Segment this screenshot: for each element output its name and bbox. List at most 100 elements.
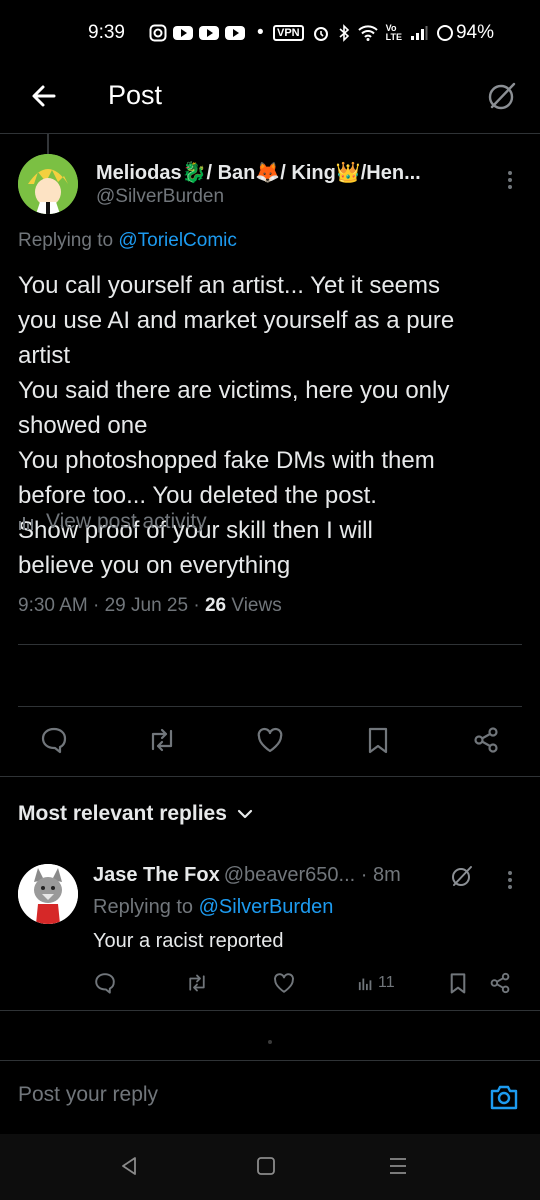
wifi-icon — [357, 25, 378, 41]
camera-icon — [490, 1085, 518, 1110]
reply-like-button[interactable] — [272, 970, 296, 996]
sort-replies-dropdown[interactable]: Most relevant replies — [18, 802, 253, 826]
system-icons: VPN Vo LTE 94% — [273, 22, 494, 44]
reply-button[interactable] — [38, 724, 70, 756]
alarm-icon — [312, 24, 330, 42]
bookmark-icon — [368, 727, 388, 754]
sort-label: Most relevant replies — [18, 802, 227, 825]
post-meta: 9:30 AM · 29 Jun 25 · 26 Views — [18, 595, 282, 617]
grok-button[interactable] — [484, 78, 520, 114]
share-icon — [474, 727, 498, 753]
reply-reply-button[interactable] — [93, 970, 117, 996]
status-bar: 9:39 • VPN Vo LTE 94% — [0, 0, 540, 66]
camera-button[interactable] — [488, 1081, 520, 1113]
section-divider — [0, 1010, 540, 1011]
post-line: showed one — [18, 412, 148, 439]
post-line: artist — [18, 342, 71, 369]
replying-prefix: Replying to — [93, 896, 194, 918]
youtube-icon — [224, 26, 245, 40]
nav-recents-button[interactable] — [386, 1154, 410, 1178]
reply-author[interactable]: Jase The Fox @beaver650... · 8m — [93, 864, 401, 887]
repost-icon — [189, 974, 205, 992]
menu-lines-icon — [390, 1158, 406, 1174]
post-line: You call yourself an artist... Yet it se… — [18, 272, 441, 299]
instagram-icon — [149, 24, 167, 42]
repost-icon — [151, 728, 173, 752]
author-name[interactable]: Meliodas🐉/ Ban🦊/ King👑/Hen... — [96, 160, 481, 185]
share-icon — [490, 972, 510, 994]
post-line: you use AI and market yourself as a pure — [18, 307, 455, 334]
page-title: Post — [108, 80, 163, 110]
comment-icon — [41, 727, 67, 754]
replying-to: Replying to @TorielComic — [18, 230, 237, 252]
view-activity-link[interactable]: View post activity — [18, 510, 207, 534]
analytics-icon — [19, 517, 33, 530]
reply-grok-button[interactable] — [450, 864, 474, 888]
reply-views-count: 11 — [378, 974, 395, 991]
more-vertical-icon — [508, 171, 512, 189]
view-activity-label: View post activity — [46, 510, 207, 533]
post-body: You call yourself an artist... Yet it se… — [18, 268, 523, 583]
post-actions — [0, 716, 540, 766]
reply-replying-to: Replying to @SilverBurden — [93, 896, 333, 919]
post-more-button[interactable] — [502, 168, 518, 192]
post-line: You photoshopped fake DMs with them — [18, 447, 435, 474]
divider — [18, 644, 522, 645]
replying-prefix: Replying to — [18, 230, 114, 251]
nav-home-button[interactable] — [254, 1154, 278, 1178]
reply-more-button[interactable] — [502, 868, 518, 892]
arrow-left-icon — [32, 85, 56, 107]
youtube-icon — [172, 26, 193, 40]
post-line: believe you on everything — [18, 552, 291, 579]
reply-input[interactable] — [18, 1083, 458, 1107]
post-timestamp: 9:30 AM · 29 Jun 25 · — [18, 595, 205, 616]
mention-link[interactable]: @SilverBurden — [199, 896, 334, 918]
share-button[interactable] — [470, 724, 502, 756]
system-navigation-bar — [0, 1134, 540, 1200]
analytics-icon — [358, 978, 372, 991]
reply-views-button[interactable]: 11 — [358, 970, 395, 996]
reply-body: Your a racist reported — [93, 930, 284, 952]
bookmark-button[interactable] — [362, 724, 394, 756]
thread-line — [47, 134, 49, 156]
reply-item[interactable]: Jase The Fox @beaver650... · 8m Replying … — [0, 860, 540, 1000]
repost-button[interactable] — [146, 724, 178, 756]
bluetooth-icon — [338, 24, 350, 42]
battery-percent: 94% — [455, 22, 494, 43]
like-button[interactable] — [254, 724, 286, 756]
vpn-icon: VPN — [273, 25, 304, 41]
reply-actions: 11 — [0, 970, 540, 1000]
signal-icon — [410, 25, 428, 41]
reply-repost-button[interactable] — [185, 970, 209, 996]
grok-icon — [488, 82, 516, 110]
divider — [18, 706, 522, 707]
views-label: Views — [226, 595, 282, 616]
nav-back-button[interactable] — [118, 1154, 142, 1178]
reply-bookmark-button[interactable] — [447, 970, 469, 996]
post-line: You said there are victims, here you onl… — [18, 377, 450, 404]
heart-icon — [257, 727, 283, 753]
more-vertical-icon — [508, 871, 512, 889]
bookmark-icon — [450, 973, 466, 994]
post-line: before too... You deleted the post. — [18, 482, 377, 509]
chevron-down-icon — [237, 809, 253, 819]
triangle-back-icon — [122, 1157, 136, 1175]
notification-icons: • — [149, 22, 264, 44]
back-button[interactable] — [28, 80, 60, 112]
views-count: 26 — [204, 595, 227, 616]
square-home-icon — [257, 1157, 275, 1175]
author-handle[interactable]: @SilverBurden — [96, 186, 224, 208]
more-notifications-dot: • — [256, 22, 264, 43]
volte-icon: Vo LTE — [385, 23, 402, 42]
author-avatar[interactable] — [18, 154, 78, 214]
status-time: 9:39 — [88, 22, 125, 43]
reply-share-button[interactable] — [488, 970, 512, 996]
reply-author-name: Jase The Fox — [93, 864, 220, 886]
grok-icon — [452, 866, 472, 886]
mention-link[interactable]: @TorielComic — [118, 230, 237, 251]
top-app-bar: Post — [0, 66, 540, 134]
reply-avatar[interactable] — [18, 864, 78, 924]
loading-dot — [268, 1040, 272, 1044]
battery-icon — [436, 24, 454, 42]
reply-handle-time: @beaver650... · 8m — [223, 864, 401, 886]
